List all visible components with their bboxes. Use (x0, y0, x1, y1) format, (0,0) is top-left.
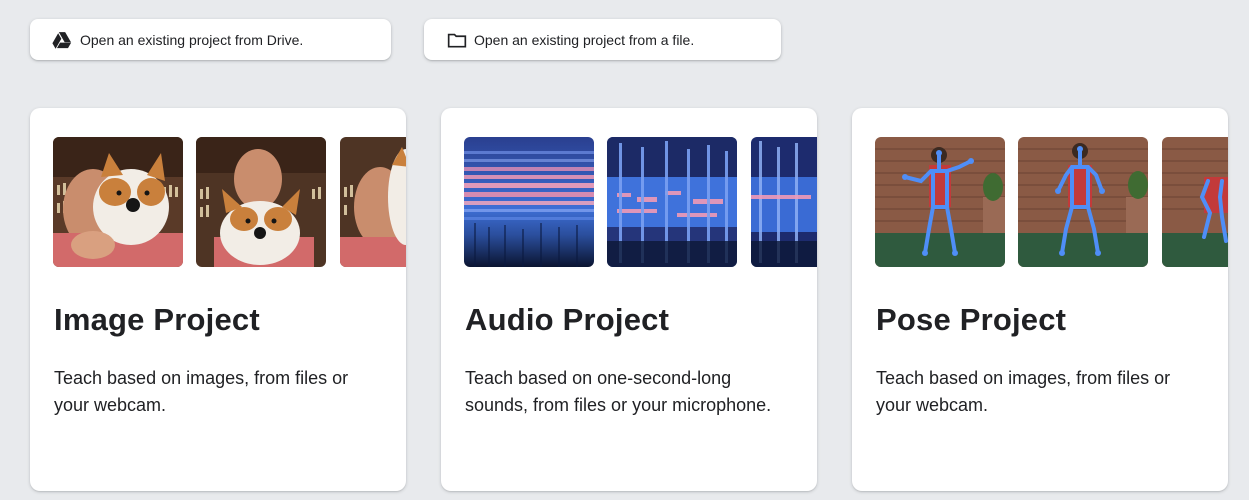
audio-project-card[interactable]: Audio Project Teach based on one-second-… (441, 108, 817, 491)
card-description: Teach based on images, from files or you… (54, 368, 349, 415)
spectrogram-thumbnail (607, 137, 737, 267)
spectrogram-thumbnail (464, 137, 594, 267)
card-description: Teach based on images, from files or you… (876, 368, 1171, 415)
pose-project-card[interactable]: Pose Project Teach based on images, from… (852, 108, 1228, 491)
image-project-thumbnails (53, 137, 406, 267)
audio-project-thumbnails (464, 137, 817, 267)
webcam-plush-dog-thumbnail (196, 137, 326, 267)
open-from-file-label: Open an existing project from a file. (474, 31, 695, 48)
pose-project-thumbnails (875, 137, 1228, 267)
google-drive-icon (52, 30, 72, 50)
card-title: Audio Project (465, 302, 670, 337)
open-from-drive-label: Open an existing project from Drive. (80, 31, 304, 48)
spectrogram-thumbnail (751, 137, 817, 267)
image-project-card[interactable]: Image Project Teach based on images, fro… (30, 108, 406, 491)
pose-skeleton-thumbnail (1162, 137, 1228, 267)
open-from-file-button[interactable]: Open an existing project from a file. (424, 19, 781, 60)
pose-skeleton-thumbnail (875, 137, 1005, 267)
open-from-drive-button[interactable]: Open an existing project from Drive. (30, 19, 391, 60)
open-project-toolbar: Open an existing project from Drive. Ope… (0, 0, 1249, 100)
webcam-plush-dog-thumbnail (53, 137, 183, 267)
card-description: Teach based on one-second-long sounds, f… (465, 368, 772, 415)
card-title: Image Project (54, 302, 260, 337)
webcam-plush-dog-thumbnail (340, 137, 406, 267)
folder-icon (446, 30, 467, 50)
pose-skeleton-thumbnail (1018, 137, 1148, 267)
card-title: Pose Project (876, 302, 1067, 337)
